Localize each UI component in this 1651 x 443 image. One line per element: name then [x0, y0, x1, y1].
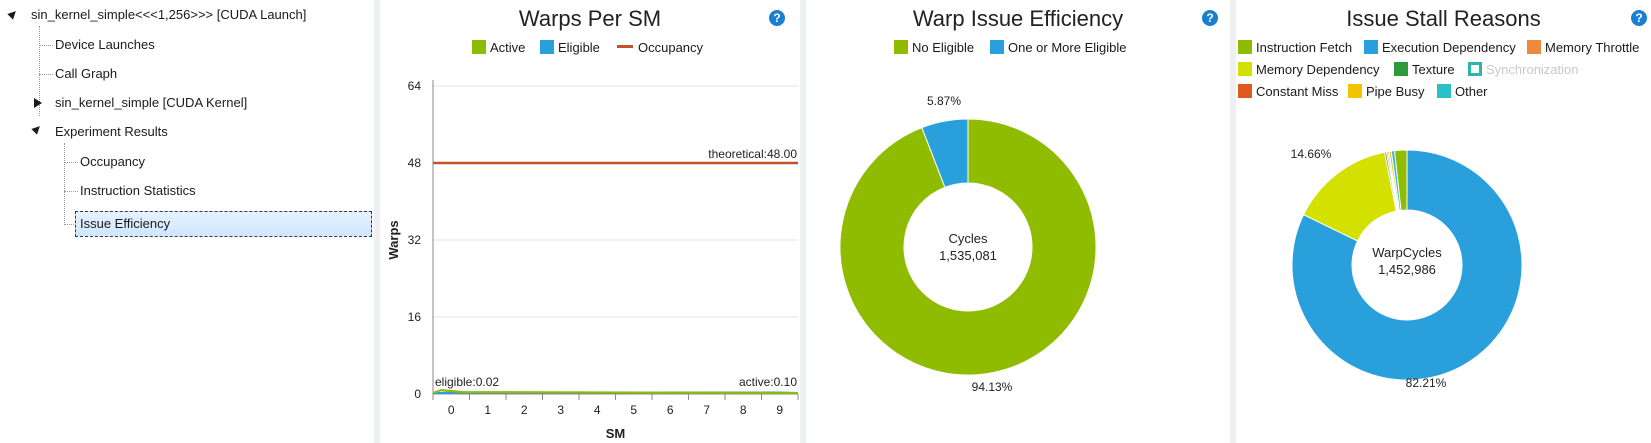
x-tick-label: 7 [703, 403, 710, 417]
donut-center-value: 1,535,081 [939, 248, 997, 263]
tree-connector [64, 143, 65, 225]
collapse-arrow-icon[interactable] [7, 8, 19, 20]
active-annotation: active:0.10 [739, 375, 797, 389]
x-tick-label: 8 [740, 403, 747, 417]
eligible-annotation: eligible:0.02 [435, 375, 499, 389]
tree-connector [39, 74, 53, 75]
slice-data-label: 94.13% [972, 380, 1013, 394]
x-tick-label: 5 [630, 403, 637, 417]
donut-center-label: Cycles [948, 231, 988, 246]
slice-data-label: 82.21% [1406, 376, 1447, 390]
expand-arrow-icon[interactable] [34, 98, 42, 108]
x-tick-label: 3 [557, 403, 564, 417]
tree-connector [64, 191, 78, 192]
x-tick-label: 4 [594, 403, 601, 417]
x-tick-label: 6 [667, 403, 674, 417]
y-tick-label: 0 [414, 387, 421, 401]
warps-per-sm-panel: Warps Per SM ? Active Eligible Occupancy… [380, 0, 800, 443]
tree-item-instruction-statistics[interactable]: Instruction Statistics [80, 180, 196, 202]
y-axis-title: Warps [386, 220, 401, 259]
x-tick-label: 1 [484, 403, 491, 417]
issue-stall-reasons-panel: Issue Stall Reasons ? Instruction Fetch … [1236, 0, 1651, 443]
donut-center-value: 1,452,986 [1378, 262, 1436, 277]
stall-reasons-donut-chart: 82.21% 14.66% WarpCycles 1,452,986 [1291, 147, 1523, 390]
tree-item-call-graph[interactable]: Call Graph [55, 63, 117, 85]
x-tick-label: 0 [448, 403, 455, 417]
slice-data-label: 14.66% [1291, 147, 1332, 161]
tree-connector [64, 162, 78, 163]
efficiency-donut-chart: 94.13% 5.87% Cycles 1,535,081 [839, 94, 1097, 394]
tree-item-experiment-results[interactable]: Experiment Results [55, 121, 168, 143]
y-tick-label: 16 [408, 310, 422, 324]
warps-line-chart: 0 16 32 48 64 0 1 2 3 4 5 6 7 8 9 SM Warps theoretical:48… [386, 79, 799, 441]
x-axis-title: SM [606, 426, 626, 441]
tree-item-device-launches[interactable]: Device Launches [55, 34, 155, 56]
tree-item-occupancy[interactable]: Occupancy [80, 151, 145, 173]
warp-issue-efficiency-panel: Warp Issue Efficiency ? No Eligible One … [806, 0, 1230, 443]
tree-item-cuda-kernel[interactable]: sin_kernel_simple [CUDA Kernel] [55, 92, 247, 114]
x-tick-label: 9 [776, 403, 783, 417]
y-tick-label: 32 [408, 233, 422, 247]
tree-connector [64, 224, 74, 225]
occupancy-annotation: theoretical:48.00 [708, 147, 797, 161]
slice-data-label: 5.87% [927, 94, 961, 108]
y-tick-label: 48 [408, 156, 422, 170]
tree-item-cuda-launch[interactable]: sin_kernel_simple<<<1,256>>> [CUDA Launc… [31, 4, 306, 26]
tree-panel: sin_kernel_simple<<<1,256>>> [CUDA Launc… [0, 0, 374, 443]
y-tick-label: 64 [408, 79, 422, 93]
active-series-line [432, 388, 799, 394]
tree-item-issue-efficiency[interactable]: Issue Efficiency [80, 213, 170, 235]
x-tick-label: 2 [521, 403, 528, 417]
donut-center-label: WarpCycles [1372, 245, 1442, 260]
tree-connector [39, 45, 53, 46]
collapse-arrow-icon[interactable] [31, 123, 43, 135]
